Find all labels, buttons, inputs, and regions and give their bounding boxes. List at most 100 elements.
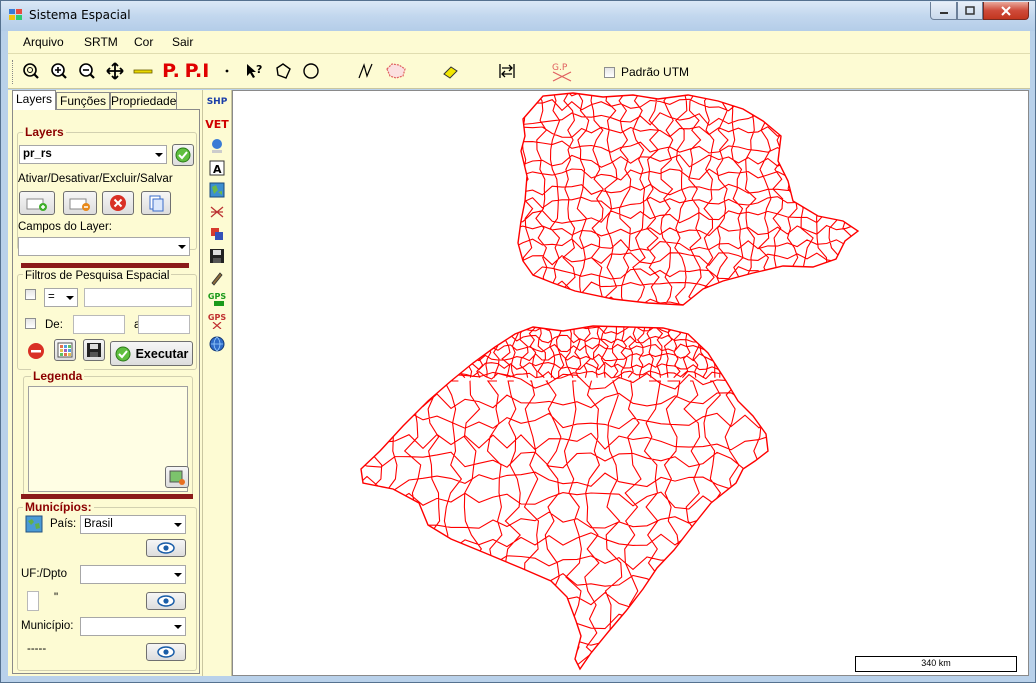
save-filter-button[interactable] bbox=[83, 339, 105, 361]
check-circle-icon bbox=[115, 346, 131, 361]
menu-arquivo[interactable]: Arquivo bbox=[23, 35, 64, 49]
table-button[interactable] bbox=[54, 339, 76, 361]
layers-user-button[interactable] bbox=[206, 224, 228, 244]
layer-select[interactable]: pr_rs bbox=[19, 145, 167, 164]
uf-code-input[interactable] bbox=[27, 591, 39, 611]
identify-icon: ? bbox=[247, 63, 262, 78]
menu-sair[interactable]: Sair bbox=[172, 35, 193, 49]
map-image-button[interactable] bbox=[206, 180, 228, 200]
toolbar-grip bbox=[12, 60, 16, 84]
extent-icon bbox=[499, 64, 515, 78]
municipios-title: Municípios: bbox=[23, 500, 94, 514]
svg-text:G.P: G.P bbox=[552, 63, 568, 73]
minimize-button[interactable] bbox=[930, 2, 957, 20]
polyline-button[interactable] bbox=[356, 60, 378, 82]
from-input[interactable] bbox=[73, 315, 125, 334]
fields-label: Campos do Layer: bbox=[18, 221, 112, 233]
clear-filter-button[interactable] bbox=[25, 340, 47, 362]
chevron-down-icon bbox=[66, 296, 74, 300]
municipio-select[interactable] bbox=[80, 617, 186, 636]
zoom-out-button[interactable] bbox=[76, 60, 98, 82]
main-toolbar: P. P.I ? G.P Padrão UTM bbox=[8, 53, 1030, 89]
execute-button[interactable]: Executar bbox=[110, 341, 193, 366]
extent-button[interactable] bbox=[496, 60, 518, 82]
filters-title: Filtros de Pesquisa Espacial bbox=[23, 270, 172, 282]
polygon-select-button[interactable] bbox=[384, 60, 408, 82]
to-input[interactable] bbox=[138, 315, 190, 334]
municipal-boundaries bbox=[361, 326, 768, 380]
menu-cor[interactable]: Cor bbox=[134, 35, 153, 49]
country-value: Brasil bbox=[84, 518, 113, 530]
clear-gp-button[interactable]: G.P bbox=[550, 60, 574, 82]
view-uf-button[interactable] bbox=[146, 592, 186, 610]
dot-icon bbox=[225, 69, 229, 73]
gps-clear-button[interactable]: GPS bbox=[206, 311, 228, 331]
network-button[interactable] bbox=[206, 202, 228, 222]
legend-title: Legenda bbox=[31, 369, 85, 383]
globe-doc-button[interactable] bbox=[206, 136, 228, 156]
layers-tab-page: Layers pr_rs Ativar/Desativar/Excluir/Sa… bbox=[12, 109, 200, 674]
view-country-button[interactable] bbox=[146, 539, 186, 557]
polygon-icon bbox=[276, 63, 291, 79]
chevron-down-icon bbox=[174, 573, 182, 577]
tab-layers[interactable]: Layers bbox=[12, 90, 56, 110]
fields-select[interactable] bbox=[18, 237, 190, 256]
polygon-button[interactable] bbox=[272, 60, 294, 82]
municipio-dashes: ----- bbox=[27, 643, 47, 655]
layer-confirm-button[interactable] bbox=[172, 144, 194, 166]
left-panel: Layers Funções Propriedade Layers pr_rs … bbox=[8, 90, 202, 676]
points-pi-button[interactable]: P.I bbox=[184, 60, 210, 82]
pan-icon bbox=[106, 62, 124, 80]
section-divider bbox=[21, 263, 189, 268]
tab-propriedade[interactable]: Propriedade bbox=[110, 92, 177, 109]
text-A-icon: A bbox=[209, 160, 225, 176]
activate-layer-button[interactable] bbox=[19, 191, 55, 215]
pencil-icon bbox=[211, 272, 223, 286]
menu-srtm[interactable]: SRTM bbox=[84, 35, 118, 49]
close-button[interactable] bbox=[983, 2, 1029, 20]
dot-button[interactable] bbox=[216, 60, 238, 82]
view-municipio-button[interactable] bbox=[146, 643, 186, 661]
shp-button[interactable]: SHP bbox=[206, 92, 228, 112]
delete-layer-button[interactable] bbox=[102, 191, 134, 215]
save-map-button[interactable] bbox=[206, 246, 228, 266]
legend-area bbox=[28, 386, 188, 492]
gps-label: GPS bbox=[207, 292, 227, 301]
zoom-area-button[interactable] bbox=[20, 60, 42, 82]
filter-value-input[interactable] bbox=[84, 288, 192, 307]
deactivate-layer-button[interactable] bbox=[63, 191, 97, 215]
side-toolbar: SHP VET A GPS GPS bbox=[202, 90, 232, 676]
eraser-button[interactable] bbox=[440, 60, 462, 82]
circle-button[interactable] bbox=[300, 60, 322, 82]
gps-button[interactable]: GPS bbox=[206, 289, 228, 309]
uf-select[interactable] bbox=[80, 565, 186, 584]
maximize-icon bbox=[965, 6, 975, 15]
section-divider bbox=[21, 494, 193, 499]
eye-icon bbox=[157, 646, 175, 658]
point-p-button[interactable]: P. bbox=[160, 60, 182, 82]
globe-button[interactable] bbox=[206, 334, 228, 354]
country-select[interactable]: Brasil bbox=[80, 515, 186, 534]
tab-funcoes[interactable]: Funções bbox=[56, 92, 110, 109]
pan-button[interactable] bbox=[104, 60, 126, 82]
save-layer-button[interactable] bbox=[141, 191, 171, 215]
utm-toggle[interactable]: Padrão UTM bbox=[604, 65, 689, 79]
legend-export-button[interactable] bbox=[165, 466, 189, 488]
measure-button[interactable] bbox=[132, 60, 154, 82]
range-checkbox[interactable] bbox=[25, 318, 36, 329]
filter-checkbox[interactable] bbox=[25, 289, 36, 300]
menu-bar: Arquivo SRTM Cor Sair bbox=[8, 31, 1030, 53]
operator-select[interactable]: = bbox=[44, 288, 78, 307]
map-canvas[interactable]: 340 km bbox=[232, 90, 1029, 676]
maximize-button[interactable] bbox=[957, 2, 983, 20]
scale-bar: 340 km bbox=[855, 656, 1017, 672]
zoom-in-button[interactable] bbox=[48, 60, 70, 82]
identify-button[interactable]: ? bbox=[244, 60, 266, 82]
utm-checkbox[interactable] bbox=[604, 66, 615, 78]
vet-button[interactable]: VET bbox=[205, 114, 229, 134]
map-country-icon[interactable] bbox=[25, 515, 43, 533]
gps-icon bbox=[214, 301, 224, 306]
zoom-out-icon bbox=[79, 63, 95, 79]
text-button[interactable]: A bbox=[206, 158, 228, 178]
pencil-button[interactable] bbox=[206, 268, 228, 288]
